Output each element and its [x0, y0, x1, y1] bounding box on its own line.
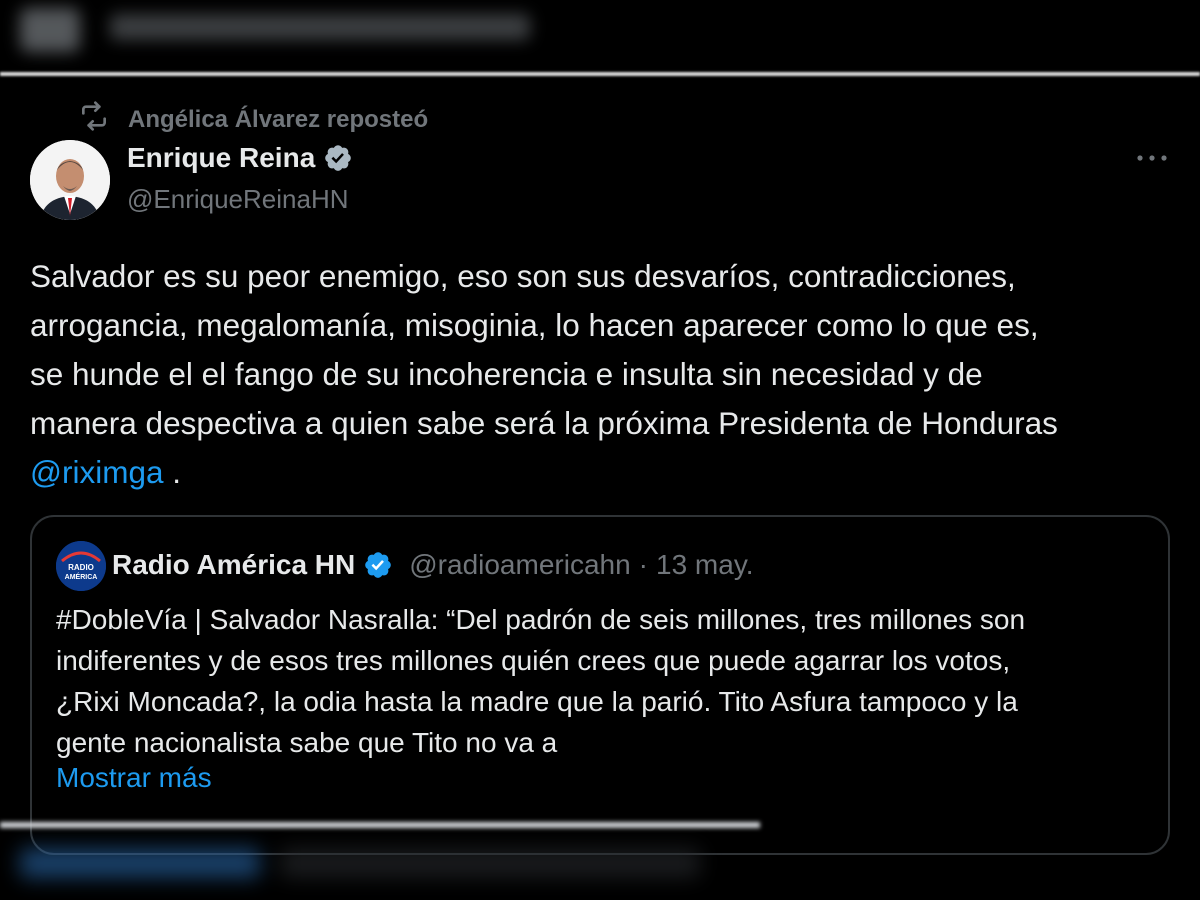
author-avatar[interactable]: [30, 140, 110, 220]
quoted-avatar-text-1: RADIO: [68, 563, 94, 572]
top-divider: [0, 72, 1200, 76]
blurred-next-content: [0, 828, 760, 900]
blurred-previous-content: [0, 0, 560, 70]
quoted-verified-badge-icon: [363, 550, 393, 580]
tweet-text: Salvador es su peor enemigo, eso son sus…: [30, 252, 1180, 497]
show-more-link[interactable]: Mostrar más: [56, 762, 212, 794]
repost-indicator[interactable]: Angélica Álvarez reposteó: [78, 100, 428, 139]
quoted-line: #DobleVía | Salvador Nasralla: “Del padr…: [56, 604, 1026, 635]
quoted-line: indiferentes y de esos tres millones qui…: [56, 645, 1011, 676]
repost-icon: [78, 100, 110, 139]
quoted-avatar-text-2: AMÉRICA: [65, 572, 98, 581]
more-options-icon[interactable]: [1132, 146, 1172, 170]
screenshot-page: Angélica Álvarez reposteó Enrique Reina …: [0, 0, 1200, 900]
quoted-date[interactable]: 13 may.: [656, 549, 754, 581]
quoted-author-handle[interactable]: @radioamericahn: [409, 549, 630, 581]
verified-badge-icon: [323, 143, 353, 173]
tweet-line: Salvador es su peor enemigo, eso son sus…: [30, 258, 1016, 294]
author-name-row[interactable]: Enrique Reina: [127, 142, 353, 174]
tweet-line-last: @riximga .: [30, 448, 1180, 497]
repost-text: Angélica Álvarez reposteó: [128, 105, 429, 133]
tweet-line: se hunde el el fango de su incoherencia …: [30, 356, 983, 392]
tweet-trailing: .: [163, 454, 182, 490]
quoted-avatar[interactable]: RADIO AMÉRICA: [56, 541, 106, 591]
tweet-line: manera despectiva a quien sabe será la p…: [30, 405, 1058, 441]
mention-link[interactable]: @riximga: [30, 454, 164, 490]
author-name[interactable]: Enrique Reina: [127, 142, 315, 174]
author-handle[interactable]: @EnriqueReinaHN: [127, 184, 349, 215]
quoted-author-name[interactable]: Radio América HN: [112, 549, 355, 581]
quoted-header: Radio América HN @radioamericahn · 13 ma…: [112, 549, 754, 581]
quoted-line: gente nacionalista sabe que Tito no va a: [56, 727, 558, 758]
quoted-line: ¿Rixi Moncada?, la odia hasta la madre q…: [56, 686, 1018, 717]
tweet-line: arrogancia, megalomanía, misoginia, lo h…: [30, 307, 1039, 343]
quoted-separator: ·: [638, 549, 648, 580]
quoted-tweet-card[interactable]: RADIO AMÉRICA Radio América HN @radioame…: [30, 515, 1170, 855]
quoted-text: #DobleVía | Salvador Nasralla: “Del padr…: [56, 599, 1146, 763]
